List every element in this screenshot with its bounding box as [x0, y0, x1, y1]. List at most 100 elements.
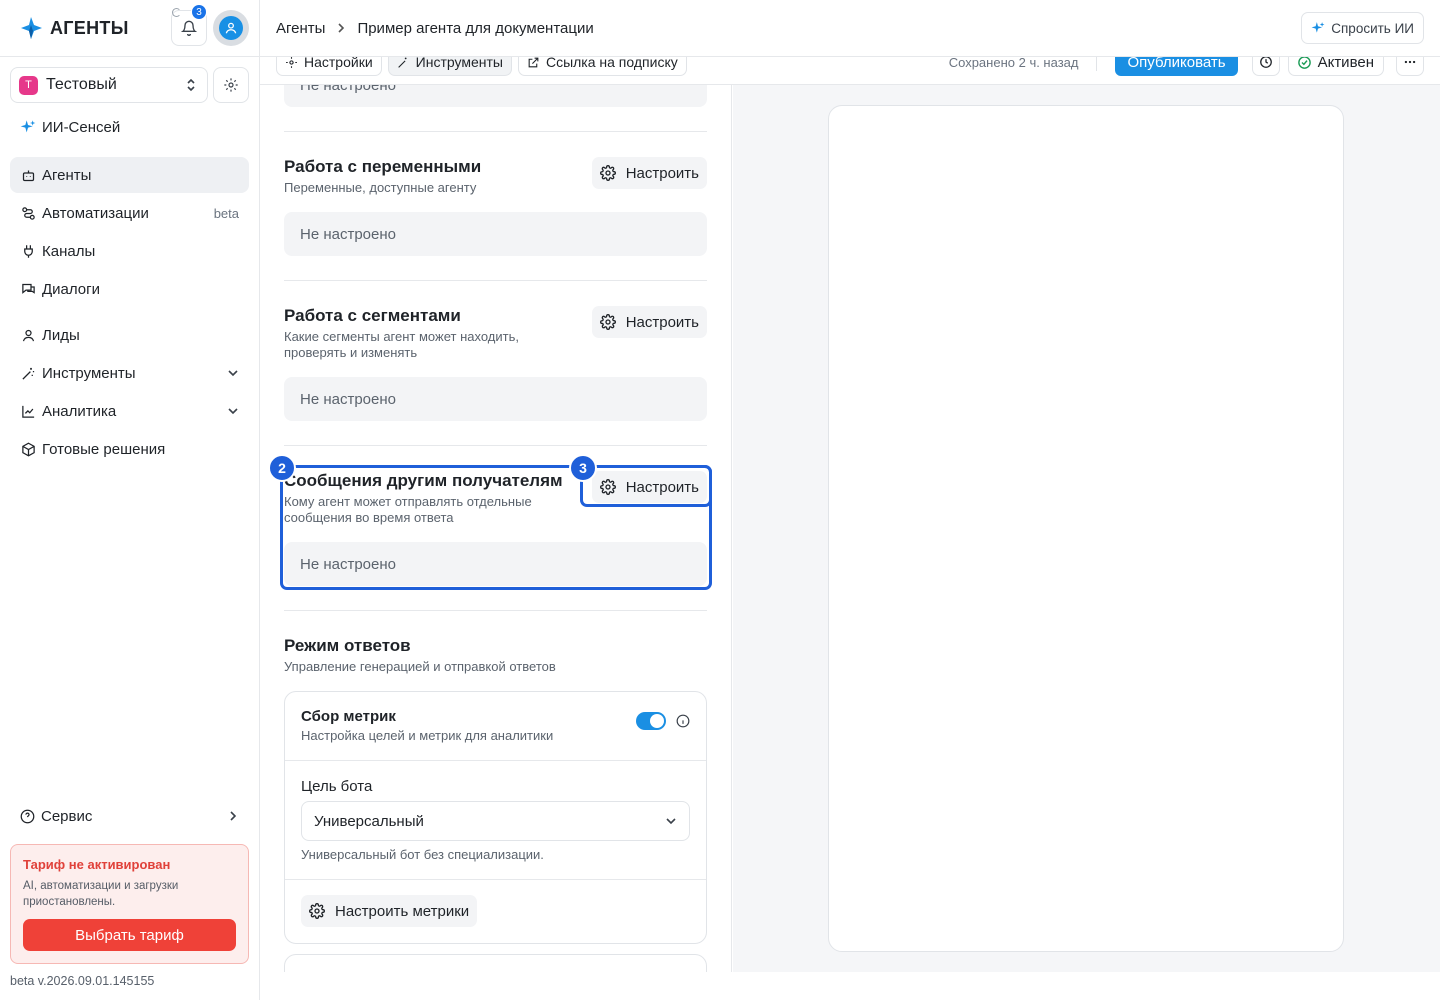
nav-item-channels[interactable]: Каналы [10, 233, 249, 269]
robot-icon [20, 167, 36, 183]
nav-item-label: Каналы [42, 242, 96, 260]
configure-label: Настроить метрики [335, 902, 470, 920]
gear-icon [224, 78, 238, 92]
sidebar: АГЕНТЫ 3 Т Тестовый ИИ-Сенсей Агенты Авт… [0, 0, 260, 1000]
version-label: beta v.2026.09.01.145155 [10, 974, 155, 988]
magic-wand-icon [20, 365, 36, 381]
divider [284, 445, 707, 446]
workflow-icon [20, 205, 36, 221]
box-icon [20, 441, 36, 457]
user-icon [20, 327, 36, 343]
metrics-title: Сбор метрик [301, 708, 396, 725]
chevron-down-icon [228, 408, 238, 415]
section-title: Работа с сегментами [284, 306, 461, 325]
top-bar: Агенты Пример агента для документации Сп… [260, 0, 1440, 57]
brand-row: АГЕНТЫ 3 [0, 0, 259, 57]
gear-icon [309, 903, 325, 919]
divider [284, 131, 707, 132]
metrics-description: Настройка целей и метрик для аналитики [301, 728, 554, 743]
nav-item-label: Автоматизации [42, 204, 149, 222]
workspace-name: Тестовый [46, 76, 117, 93]
plug-icon [20, 243, 36, 259]
configure-variables-button[interactable]: Настроить [591, 157, 707, 189]
nav-item-ready-solutions[interactable]: Готовые решения [10, 431, 249, 467]
nav-item-dialogs[interactable]: Диалоги [10, 271, 249, 307]
nav-item-label: Аналитика [42, 402, 117, 420]
goal-hint: Универсальный бот без специализации. [301, 847, 544, 862]
beta-badge: beta [213, 205, 239, 221]
tool-icon [397, 57, 407, 68]
chevron-right-icon [336, 22, 346, 34]
tariff-alert: Тариф не активирован AI, автоматизации и… [10, 844, 249, 964]
agent-settings-panel: Не настроено Работа с переменными Переме… [260, 57, 732, 972]
nav-item-service[interactable]: Сервис [10, 798, 249, 834]
external-link-icon [528, 57, 539, 67]
section-title: Работа с переменными [284, 157, 482, 176]
user-icon [225, 22, 237, 34]
response-mode-header: Режим ответов Управление генерацией и от… [284, 636, 707, 675]
info-icon[interactable] [676, 714, 690, 728]
nav-item-tools[interactable]: Инструменты [10, 355, 249, 391]
nav-item-label: Агенты [42, 166, 92, 184]
sparkle-icon [20, 119, 36, 135]
metrics-toggle[interactable] [636, 712, 666, 730]
chart-icon [20, 403, 36, 419]
notifications-button[interactable]: 3 [171, 4, 207, 46]
configure-label: Настроить [625, 164, 699, 182]
nav-item-agents[interactable]: Агенты [10, 157, 249, 193]
bell-icon [181, 20, 197, 36]
annotation-marker-3: 3 [569, 454, 597, 482]
configure-label: Настроить [625, 313, 699, 331]
user-avatar-button[interactable] [213, 10, 249, 46]
nav-item-label: Сервис [41, 807, 93, 825]
highlight-button-box [580, 465, 712, 507]
metrics-card: Сбор метрик Настройка целей и метрик для… [284, 691, 707, 944]
workspace-settings-button[interactable] [213, 67, 249, 103]
preview-card [828, 105, 1344, 952]
nav-item-automations[interactable]: Автоматизации beta [10, 195, 249, 231]
variables-value: Не настроено [284, 212, 707, 256]
chevron-up-down-icon [187, 78, 195, 92]
chevron-right-icon [230, 811, 237, 821]
workspace-avatar: Т [19, 75, 38, 95]
section-description: Переменные, доступные агенту [284, 180, 477, 195]
goal-select[interactable]: Универсальный [301, 801, 690, 841]
avatar [219, 16, 243, 40]
brand-logo-icon [18, 15, 44, 41]
gear-icon [286, 56, 297, 68]
nav-item-leads[interactable]: Лиды [10, 317, 249, 353]
section-description: Какие сегменты агент может находить, про… [284, 329, 519, 360]
divider [284, 610, 707, 611]
segments-value: Не настроено [284, 377, 707, 421]
sparkle-icon [1311, 22, 1325, 33]
brand-name: АГЕНТЫ [50, 17, 129, 38]
configure-metrics-button[interactable]: Настроить метрики [301, 895, 478, 927]
chat-icon [20, 281, 36, 297]
workspace-select[interactable]: Т Тестовый [10, 67, 208, 103]
choose-tariff-button[interactable]: Выбрать тариф [23, 919, 236, 951]
nav-item-label: Диалоги [42, 280, 100, 298]
breadcrumb-root[interactable]: Агенты [276, 20, 325, 37]
goal-select-value: Универсальный [314, 812, 424, 830]
tariff-desc: AI, автоматизации и загрузки приостановл… [23, 880, 179, 908]
configure-segments-button[interactable]: Настроить [591, 306, 707, 338]
notification-badge: 3 [191, 4, 207, 20]
nav-item-analytics[interactable]: Аналитика [10, 393, 249, 429]
bottom-strip [260, 972, 1440, 1000]
nav-item-ai-sensei[interactable]: ИИ-Сенсей [10, 109, 249, 145]
gear-icon [599, 165, 616, 181]
chevron-down-icon [666, 818, 676, 825]
annotation-marker-2: 2 [268, 454, 296, 482]
help-circle-icon [20, 809, 35, 823]
breadcrumb-current: Пример агента для документации [357, 19, 594, 37]
nav-item-label: ИИ-Сенсей [42, 118, 121, 136]
tariff-title: Тариф не активирован [23, 857, 171, 872]
section-title: Режим ответов [284, 636, 411, 655]
goal-label: Цель бота [301, 778, 373, 795]
gear-icon [599, 314, 616, 330]
segments-section-header: Работа с сегментами Какие сегменты агент… [284, 306, 707, 361]
ask-ai-button[interactable]: Спросить ИИ [1301, 12, 1424, 44]
nav-item-label: Лиды [42, 326, 80, 344]
section-description: Управление генерацией и отправкой ответо… [284, 659, 556, 674]
ask-ai-label: Спросить ИИ [1331, 20, 1414, 36]
